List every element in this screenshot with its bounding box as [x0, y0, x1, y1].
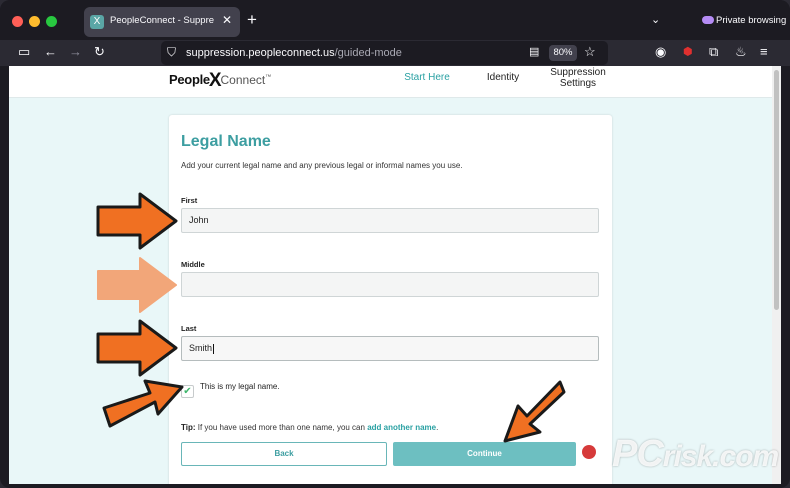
- legal-name-checkbox-label: This is my legal name.: [200, 382, 280, 391]
- middle-name-field[interactable]: [181, 272, 599, 297]
- tab-peopleconnect[interactable]: X PeopleConnect - Suppression C ✕: [84, 7, 240, 37]
- scrollbar[interactable]: [772, 66, 781, 484]
- pcrisk-watermark: PCrisk.com: [612, 433, 779, 475]
- nav-toolbar: ▭ ← → ↻ ⛉ suppression.peopleconnect.us/g…: [0, 40, 790, 66]
- web-page: PeopleXConnect™ Start Here Identity Supp…: [9, 66, 772, 484]
- favicon-icon: X: [90, 15, 104, 29]
- continue-button[interactable]: Continue: [393, 442, 576, 466]
- first-name-field[interactable]: John: [181, 208, 599, 233]
- account-icon[interactable]: ◉: [655, 43, 666, 61]
- flame-icon[interactable]: ♨: [735, 43, 747, 61]
- private-browsing-label: Private browsing: [716, 15, 787, 26]
- url-host: suppression.peopleconnect.us: [186, 47, 335, 59]
- back-button[interactable]: Back: [181, 442, 387, 466]
- nav-start-here[interactable]: Start Here: [401, 72, 453, 104]
- zoom-level-button[interactable]: 80%: [549, 45, 577, 61]
- bookmark-star-icon[interactable]: ☆: [584, 44, 596, 60]
- private-browsing-icon: [702, 16, 714, 24]
- maximize-window-button[interactable]: [46, 16, 57, 27]
- tab-title: PeopleConnect - Suppression C: [110, 15, 214, 26]
- back-arrow-icon[interactable]: ←: [44, 43, 57, 61]
- url-path: /guided-mode: [334, 47, 402, 59]
- tab-bar: X PeopleConnect - Suppression C ✕ + ⌄ Pr…: [0, 0, 790, 40]
- first-name-label: First: [181, 196, 198, 205]
- peopleconnect-logo[interactable]: PeopleXConnect™: [169, 68, 271, 91]
- form-description: Add your current legal name and any prev…: [181, 161, 463, 170]
- site-header: PeopleXConnect™ Start Here Identity Supp…: [9, 66, 772, 98]
- tracking-protection-icon[interactable]: ⛉: [167, 45, 176, 60]
- last-name-field[interactable]: Smith: [181, 336, 599, 361]
- nav-identity[interactable]: Identity: [479, 72, 527, 104]
- minimize-window-button[interactable]: [29, 16, 40, 27]
- tip-text: Tip: If you have used more than one name…: [181, 423, 439, 432]
- checkmark-icon: ✔: [183, 386, 192, 397]
- legal-name-card: Legal Name Add your current legal name a…: [169, 115, 612, 484]
- url-bar[interactable]: ⛉ suppression.peopleconnect.us/guided-mo…: [161, 41, 608, 65]
- middle-name-label: Middle: [181, 260, 205, 269]
- new-tab-icon[interactable]: +: [247, 11, 257, 28]
- forward-arrow-icon[interactable]: →: [69, 43, 82, 61]
- close-window-button[interactable]: [12, 16, 23, 27]
- extensions-icon[interactable]: ⧉: [709, 43, 718, 61]
- menu-icon[interactable]: ≡: [760, 43, 768, 61]
- page-title: Legal Name: [181, 133, 271, 150]
- sidebar-icon[interactable]: ▭: [18, 43, 30, 61]
- list-all-tabs-icon[interactable]: ⌄: [651, 13, 660, 26]
- browser-window: X PeopleConnect - Suppression C ✕ + ⌄ Pr…: [0, 0, 790, 488]
- scrollbar-thumb[interactable]: [774, 70, 779, 310]
- last-name-label: Last: [181, 324, 197, 333]
- add-another-name-link[interactable]: add another name: [367, 423, 436, 432]
- legal-name-checkbox[interactable]: ✔: [181, 385, 194, 398]
- ublock-icon[interactable]: ⬢: [683, 43, 693, 61]
- text-caret: [213, 343, 215, 354]
- url-text[interactable]: suppression.peopleconnect.us/guided-mode: [186, 47, 402, 59]
- close-tab-icon[interactable]: ✕: [222, 13, 232, 27]
- reader-view-icon[interactable]: ▤: [529, 45, 539, 58]
- reload-icon[interactable]: ↻: [94, 43, 105, 61]
- nav-suppression-settings[interactable]: Suppression Settings: [544, 67, 612, 99]
